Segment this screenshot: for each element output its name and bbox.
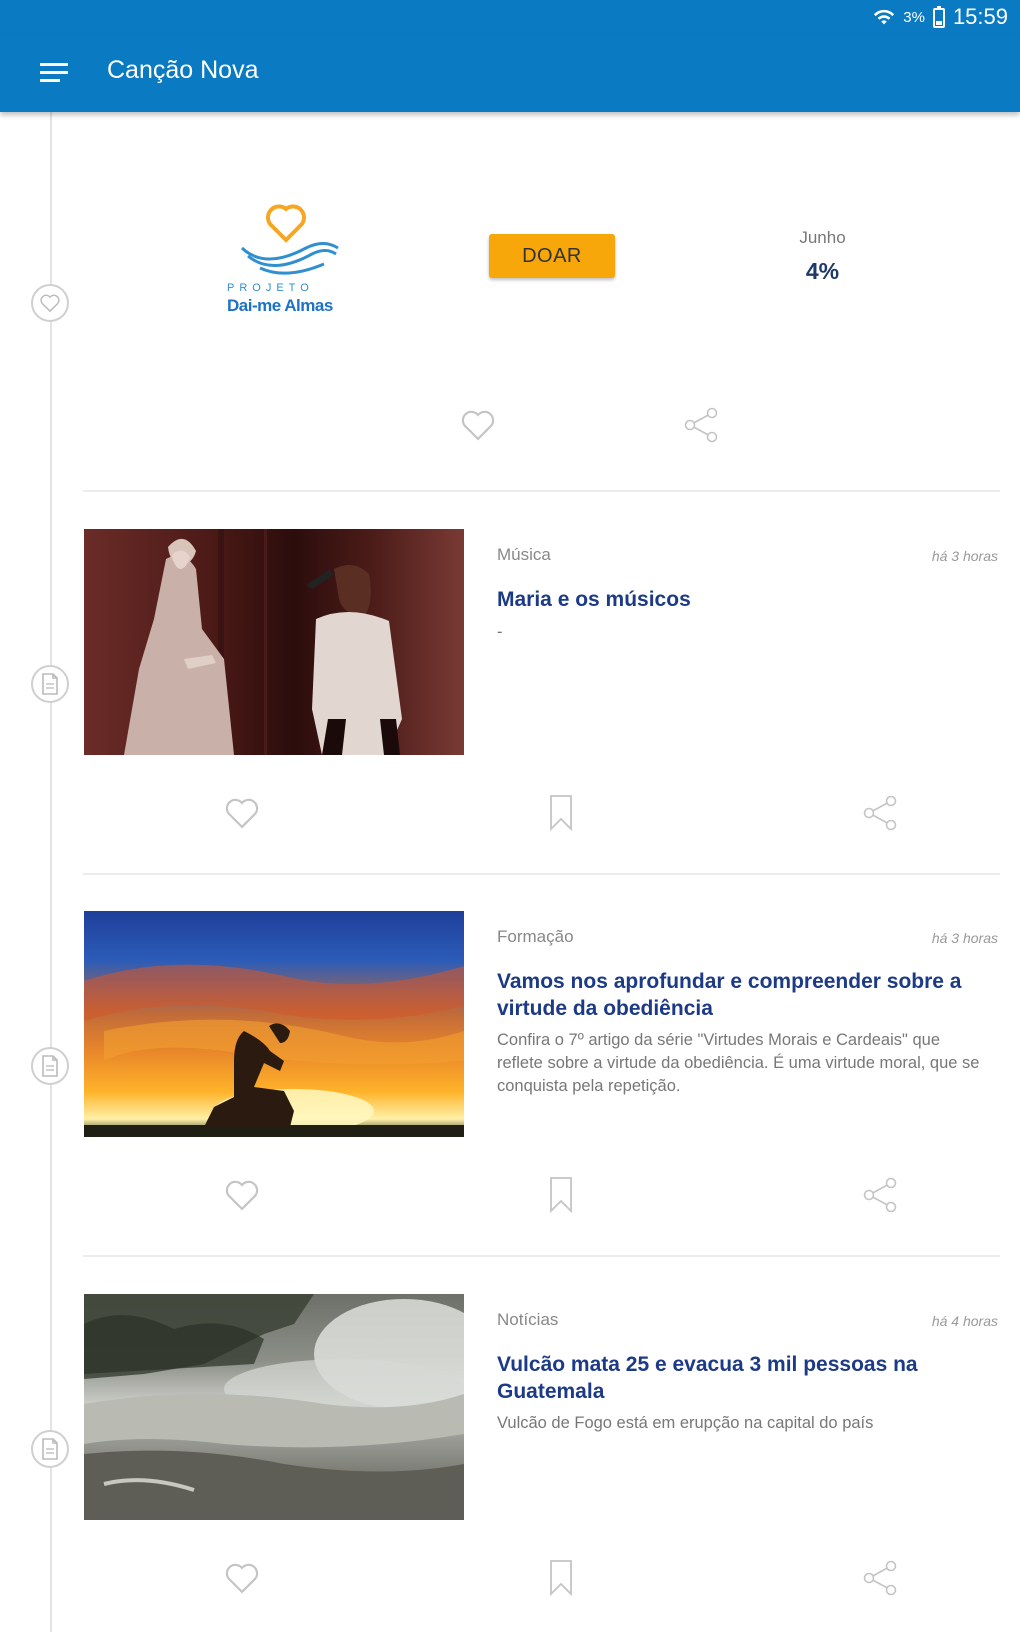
share-icon[interactable]: [857, 1555, 903, 1601]
article-description: Confira o 7º artigo da série "Virtudes M…: [497, 1031, 980, 1095]
bookmark-icon[interactable]: [538, 1555, 584, 1601]
article-image-volcano[interactable]: [84, 1294, 464, 1520]
battery-icon: [932, 6, 945, 28]
article-time: há 4 horas: [931, 1313, 998, 1329]
donation-percent: 4%: [805, 258, 840, 284]
share-icon[interactable]: [857, 790, 903, 836]
article-category: Notícias: [497, 1310, 559, 1329]
timeline-line: [50, 112, 52, 1632]
donate-button[interactable]: DOAR: [489, 234, 615, 278]
card-divider: [83, 490, 1000, 492]
article-title[interactable]: Vamos nos aprofundar e compreender sobre…: [497, 968, 987, 1022]
article-title[interactable]: Vulcão mata 25 e evacua 3 mil pessoas na…: [497, 1351, 987, 1405]
share-icon[interactable]: [857, 1172, 903, 1218]
app-title: Canção Nova: [107, 56, 259, 84]
article-title[interactable]: Maria e os músicos: [497, 586, 987, 613]
card-divider: [83, 1255, 1000, 1257]
timeline-document-icon: [31, 1430, 69, 1468]
share-icon[interactable]: [678, 402, 724, 448]
like-heart-icon[interactable]: [219, 1555, 265, 1601]
like-heart-icon[interactable]: [219, 790, 265, 836]
donation-month: Junho: [799, 228, 846, 247]
bookmark-icon[interactable]: [538, 790, 584, 836]
timeline-heart-icon: [31, 284, 69, 322]
article-category: Música: [497, 545, 551, 564]
like-heart-icon[interactable]: [219, 1172, 265, 1218]
wifi-icon: [874, 9, 895, 25]
hamburger-menu-icon[interactable]: [40, 61, 70, 85]
status-icons: 3% 15:59: [873, 4, 1008, 30]
article-image-praying-man[interactable]: [84, 911, 464, 1137]
article-image-singer[interactable]: [84, 529, 464, 755]
bookmark-icon[interactable]: [538, 1172, 584, 1218]
timeline-document-icon: [31, 1047, 69, 1085]
clock: 15:59: [952, 4, 1008, 29]
logo-text-dai-me-almas: Dai-me Almas: [227, 296, 333, 315]
article-time: há 3 horas: [931, 548, 998, 564]
battery-percent: 3%: [903, 8, 925, 26]
article-description: -: [497, 623, 503, 641]
article-time: há 3 horas: [931, 930, 998, 946]
timeline-document-icon: [31, 665, 69, 703]
article-category: Formação: [497, 927, 574, 946]
like-heart-icon[interactable]: [455, 402, 501, 448]
article-description: Vulcão de Fogo está em erupção na capita…: [497, 1414, 874, 1432]
card-divider: [83, 873, 1000, 875]
logo-text-projeto: PROJETO: [227, 282, 314, 294]
status-bar: 3% 15:59: [0, 0, 1020, 34]
app-bar: Canção Nova: [0, 34, 1020, 112]
